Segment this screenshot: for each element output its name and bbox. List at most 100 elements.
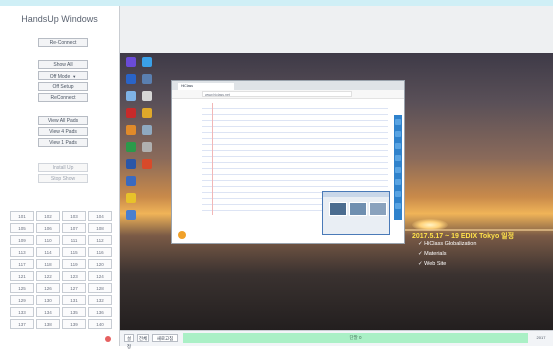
app-icon[interactable] xyxy=(126,108,136,118)
device-cell[interactable]: 119 xyxy=(62,259,86,269)
undo-tool-icon[interactable] xyxy=(395,179,401,185)
device-cell[interactable]: 118 xyxy=(36,259,60,269)
app-icon[interactable] xyxy=(142,57,152,67)
stop-show-button[interactable]: Stop Show xyxy=(38,174,88,183)
device-cell[interactable]: 103 xyxy=(62,211,86,221)
device-cell[interactable]: 102 xyxy=(36,211,60,221)
device-cell[interactable]: 128 xyxy=(88,283,112,293)
device-cell[interactable]: 105 xyxy=(10,223,34,233)
app-icon[interactable] xyxy=(142,91,152,101)
mode-dropdown[interactable]: Off Mode ▼ xyxy=(38,71,88,80)
status-dot-icon xyxy=(105,336,111,342)
device-cell[interactable]: 136 xyxy=(88,307,112,317)
app-icon[interactable] xyxy=(142,159,152,169)
overlay-item: ✓ Materials xyxy=(418,251,447,257)
device-cell[interactable]: 130 xyxy=(36,295,60,305)
browser-icon[interactable] xyxy=(126,74,136,84)
app-icon[interactable] xyxy=(142,108,152,118)
app-icon[interactable] xyxy=(142,125,152,135)
show-all-button[interactable]: Show All xyxy=(38,60,88,69)
thumbnail-image xyxy=(349,202,367,216)
settings-button[interactable]: 설정 xyxy=(124,334,134,349)
app-window: HandsUp Windows Re-Connect Show All Off … xyxy=(0,0,553,349)
address-bar[interactable]: www.hiclass.net xyxy=(202,91,352,97)
thumbnail-window[interactable] xyxy=(322,191,390,235)
app-icon[interactable] xyxy=(126,210,136,220)
refresh-button[interactable]: 새로고침 xyxy=(152,334,178,342)
device-cell[interactable]: 133 xyxy=(10,307,34,317)
text-tool-icon[interactable] xyxy=(395,167,401,173)
device-cell[interactable]: 127 xyxy=(62,283,86,293)
device-cell[interactable]: 108 xyxy=(88,223,112,233)
app-icon[interactable] xyxy=(142,142,152,152)
app-icon[interactable] xyxy=(126,91,136,101)
color-tool-icon[interactable] xyxy=(395,143,401,149)
device-cell[interactable]: 111 xyxy=(62,235,86,245)
device-cell[interactable]: 117 xyxy=(10,259,34,269)
browser-tabbar: HiClass xyxy=(172,81,404,90)
app-icon[interactable] xyxy=(126,57,136,67)
button-label: View All Pads xyxy=(47,118,79,124)
device-cell[interactable]: 131 xyxy=(62,295,86,305)
setup-button[interactable]: Off Setup xyxy=(38,82,88,91)
reconnect-button[interactable]: Re-Connect xyxy=(38,38,88,47)
device-cell[interactable]: 110 xyxy=(36,235,60,245)
view-1-pad-button[interactable]: View 1 Pads xyxy=(38,138,88,147)
thumbnail-image xyxy=(369,202,387,216)
pen-tool-icon[interactable] xyxy=(395,119,401,125)
device-cell[interactable]: 134 xyxy=(36,307,60,317)
app-icon[interactable] xyxy=(126,125,136,135)
drawing-toolbar xyxy=(394,115,402,220)
button-label: ReConnect xyxy=(50,95,76,101)
device-cell[interactable]: 106 xyxy=(36,223,60,233)
device-cell[interactable]: 125 xyxy=(10,283,34,293)
device-cell[interactable]: 121 xyxy=(10,271,34,281)
view-4-pads-button[interactable]: View 4 Pads xyxy=(38,127,88,136)
shape-tool-icon[interactable] xyxy=(395,155,401,161)
remote-desktop[interactable]: HiClass www.hiclass.net 2017.5.17 ~ 19 E… xyxy=(120,53,553,330)
app-badge-icon xyxy=(178,231,186,239)
app-icon[interactable] xyxy=(126,142,136,152)
button-label: View 1 Pads xyxy=(49,140,77,146)
device-cell[interactable]: 113 xyxy=(10,247,34,257)
device-cell[interactable]: 138 xyxy=(36,319,60,329)
button-label: Install Up xyxy=(52,165,74,171)
view-all-pads-button[interactable]: View All Pads xyxy=(38,116,88,125)
button-label: Off Setup xyxy=(52,84,74,90)
device-cell[interactable]: 120 xyxy=(88,259,112,269)
device-cell[interactable]: 115 xyxy=(62,247,86,257)
status-bar: 단말 0 xyxy=(183,333,528,343)
overlay-item: ✓ HiClass Globalization xyxy=(418,241,477,247)
device-cell[interactable]: 114 xyxy=(36,247,60,257)
app-icon[interactable] xyxy=(126,159,136,169)
eraser-tool-icon[interactable] xyxy=(395,131,401,137)
app-icon[interactable] xyxy=(126,176,136,186)
app-icon[interactable] xyxy=(126,193,136,203)
device-cell[interactable]: 124 xyxy=(88,271,112,281)
device-cell[interactable]: 116 xyxy=(88,247,112,257)
device-cell[interactable]: 104 xyxy=(88,211,112,221)
device-cell[interactable]: 122 xyxy=(36,271,60,281)
device-cell[interactable]: 129 xyxy=(10,295,34,305)
device-cell[interactable]: 101 xyxy=(10,211,34,221)
device-cell[interactable]: 132 xyxy=(88,295,112,305)
install-button[interactable]: Install Up xyxy=(38,163,88,172)
browser-window[interactable]: HiClass www.hiclass.net xyxy=(171,80,405,244)
device-cell[interactable]: 139 xyxy=(62,319,86,329)
clear-tool-icon[interactable] xyxy=(395,203,401,209)
app-title: HandsUp Windows xyxy=(21,14,98,24)
redo-tool-icon[interactable] xyxy=(395,191,401,197)
reconnect-all-button[interactable]: ReConnect xyxy=(38,93,88,102)
button-label: Show All xyxy=(53,62,73,68)
device-cell[interactable]: 107 xyxy=(62,223,86,233)
device-cell[interactable]: 112 xyxy=(88,235,112,245)
device-cell[interactable]: 109 xyxy=(10,235,34,245)
device-cell[interactable]: 126 xyxy=(36,283,60,293)
device-cell[interactable]: 135 xyxy=(62,307,86,317)
app-icon[interactable] xyxy=(142,74,152,84)
browser-tab[interactable]: HiClass xyxy=(178,83,234,90)
device-cell[interactable]: 140 xyxy=(88,319,112,329)
all-button[interactable]: 전체 xyxy=(137,334,149,342)
device-cell[interactable]: 123 xyxy=(62,271,86,281)
device-cell[interactable]: 137 xyxy=(10,319,34,329)
